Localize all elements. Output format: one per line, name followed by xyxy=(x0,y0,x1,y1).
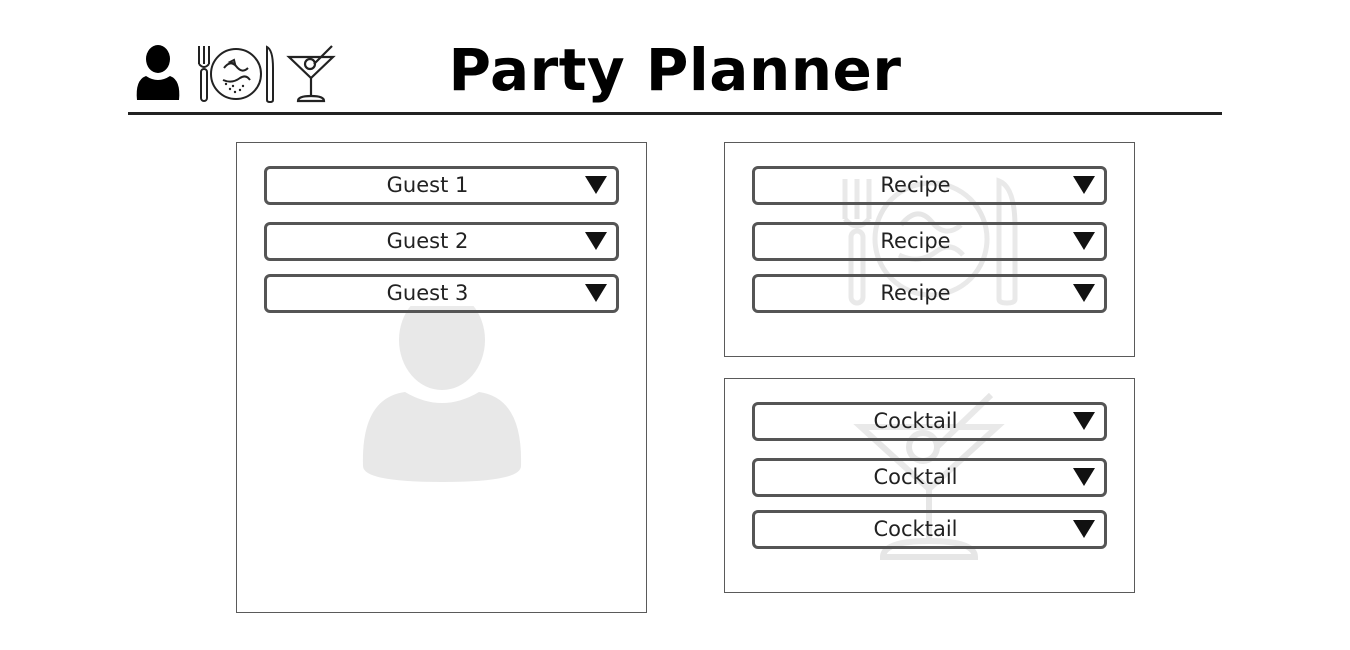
triangle-down-icon xyxy=(585,284,607,302)
dropdown-value: Guest 1 xyxy=(386,173,469,197)
cocktail-icon xyxy=(286,45,336,103)
triangle-down-icon xyxy=(1073,520,1095,538)
dropdown-value: Cocktail xyxy=(873,409,958,433)
recipes-panel: Recipe Recipe Recipe xyxy=(724,142,1135,357)
guest-dropdown-3[interactable]: Guest 3 xyxy=(264,274,619,313)
dropdown-value: Cocktail xyxy=(873,517,958,541)
triangle-down-icon xyxy=(1073,232,1095,250)
dropdown-value: Guest 2 xyxy=(386,229,469,253)
guest-dropdown-2[interactable]: Guest 2 xyxy=(264,222,619,261)
recipe-dropdown-3[interactable]: Recipe xyxy=(752,274,1107,313)
header-divider xyxy=(128,112,1222,115)
dropdown-value: Guest 3 xyxy=(386,281,469,305)
cocktails-panel: Cocktail Cocktail Cocktail xyxy=(724,378,1135,593)
cocktail-dropdown-3[interactable]: Cocktail xyxy=(752,510,1107,549)
triangle-down-icon xyxy=(1073,284,1095,302)
user-icon xyxy=(362,306,522,482)
guests-panel: Guest 1 Guest 2 Guest 3 xyxy=(236,142,647,613)
recipe-dropdown-1[interactable]: Recipe xyxy=(752,166,1107,205)
triangle-down-icon xyxy=(1073,176,1095,194)
triangle-down-icon xyxy=(1073,412,1095,430)
dropdown-value: Recipe xyxy=(880,281,951,305)
triangle-down-icon xyxy=(585,176,607,194)
dropdown-value: Recipe xyxy=(880,173,951,197)
triangle-down-icon xyxy=(1073,468,1095,486)
dropdown-value: Cocktail xyxy=(873,465,958,489)
plate-icon xyxy=(198,45,274,104)
user-icon xyxy=(136,45,180,100)
page-title: Party Planner xyxy=(448,36,902,104)
recipe-dropdown-2[interactable]: Recipe xyxy=(752,222,1107,261)
cocktail-dropdown-2[interactable]: Cocktail xyxy=(752,458,1107,497)
triangle-down-icon xyxy=(585,232,607,250)
guest-dropdown-1[interactable]: Guest 1 xyxy=(264,166,619,205)
cocktail-dropdown-1[interactable]: Cocktail xyxy=(752,402,1107,441)
dropdown-value: Recipe xyxy=(880,229,951,253)
